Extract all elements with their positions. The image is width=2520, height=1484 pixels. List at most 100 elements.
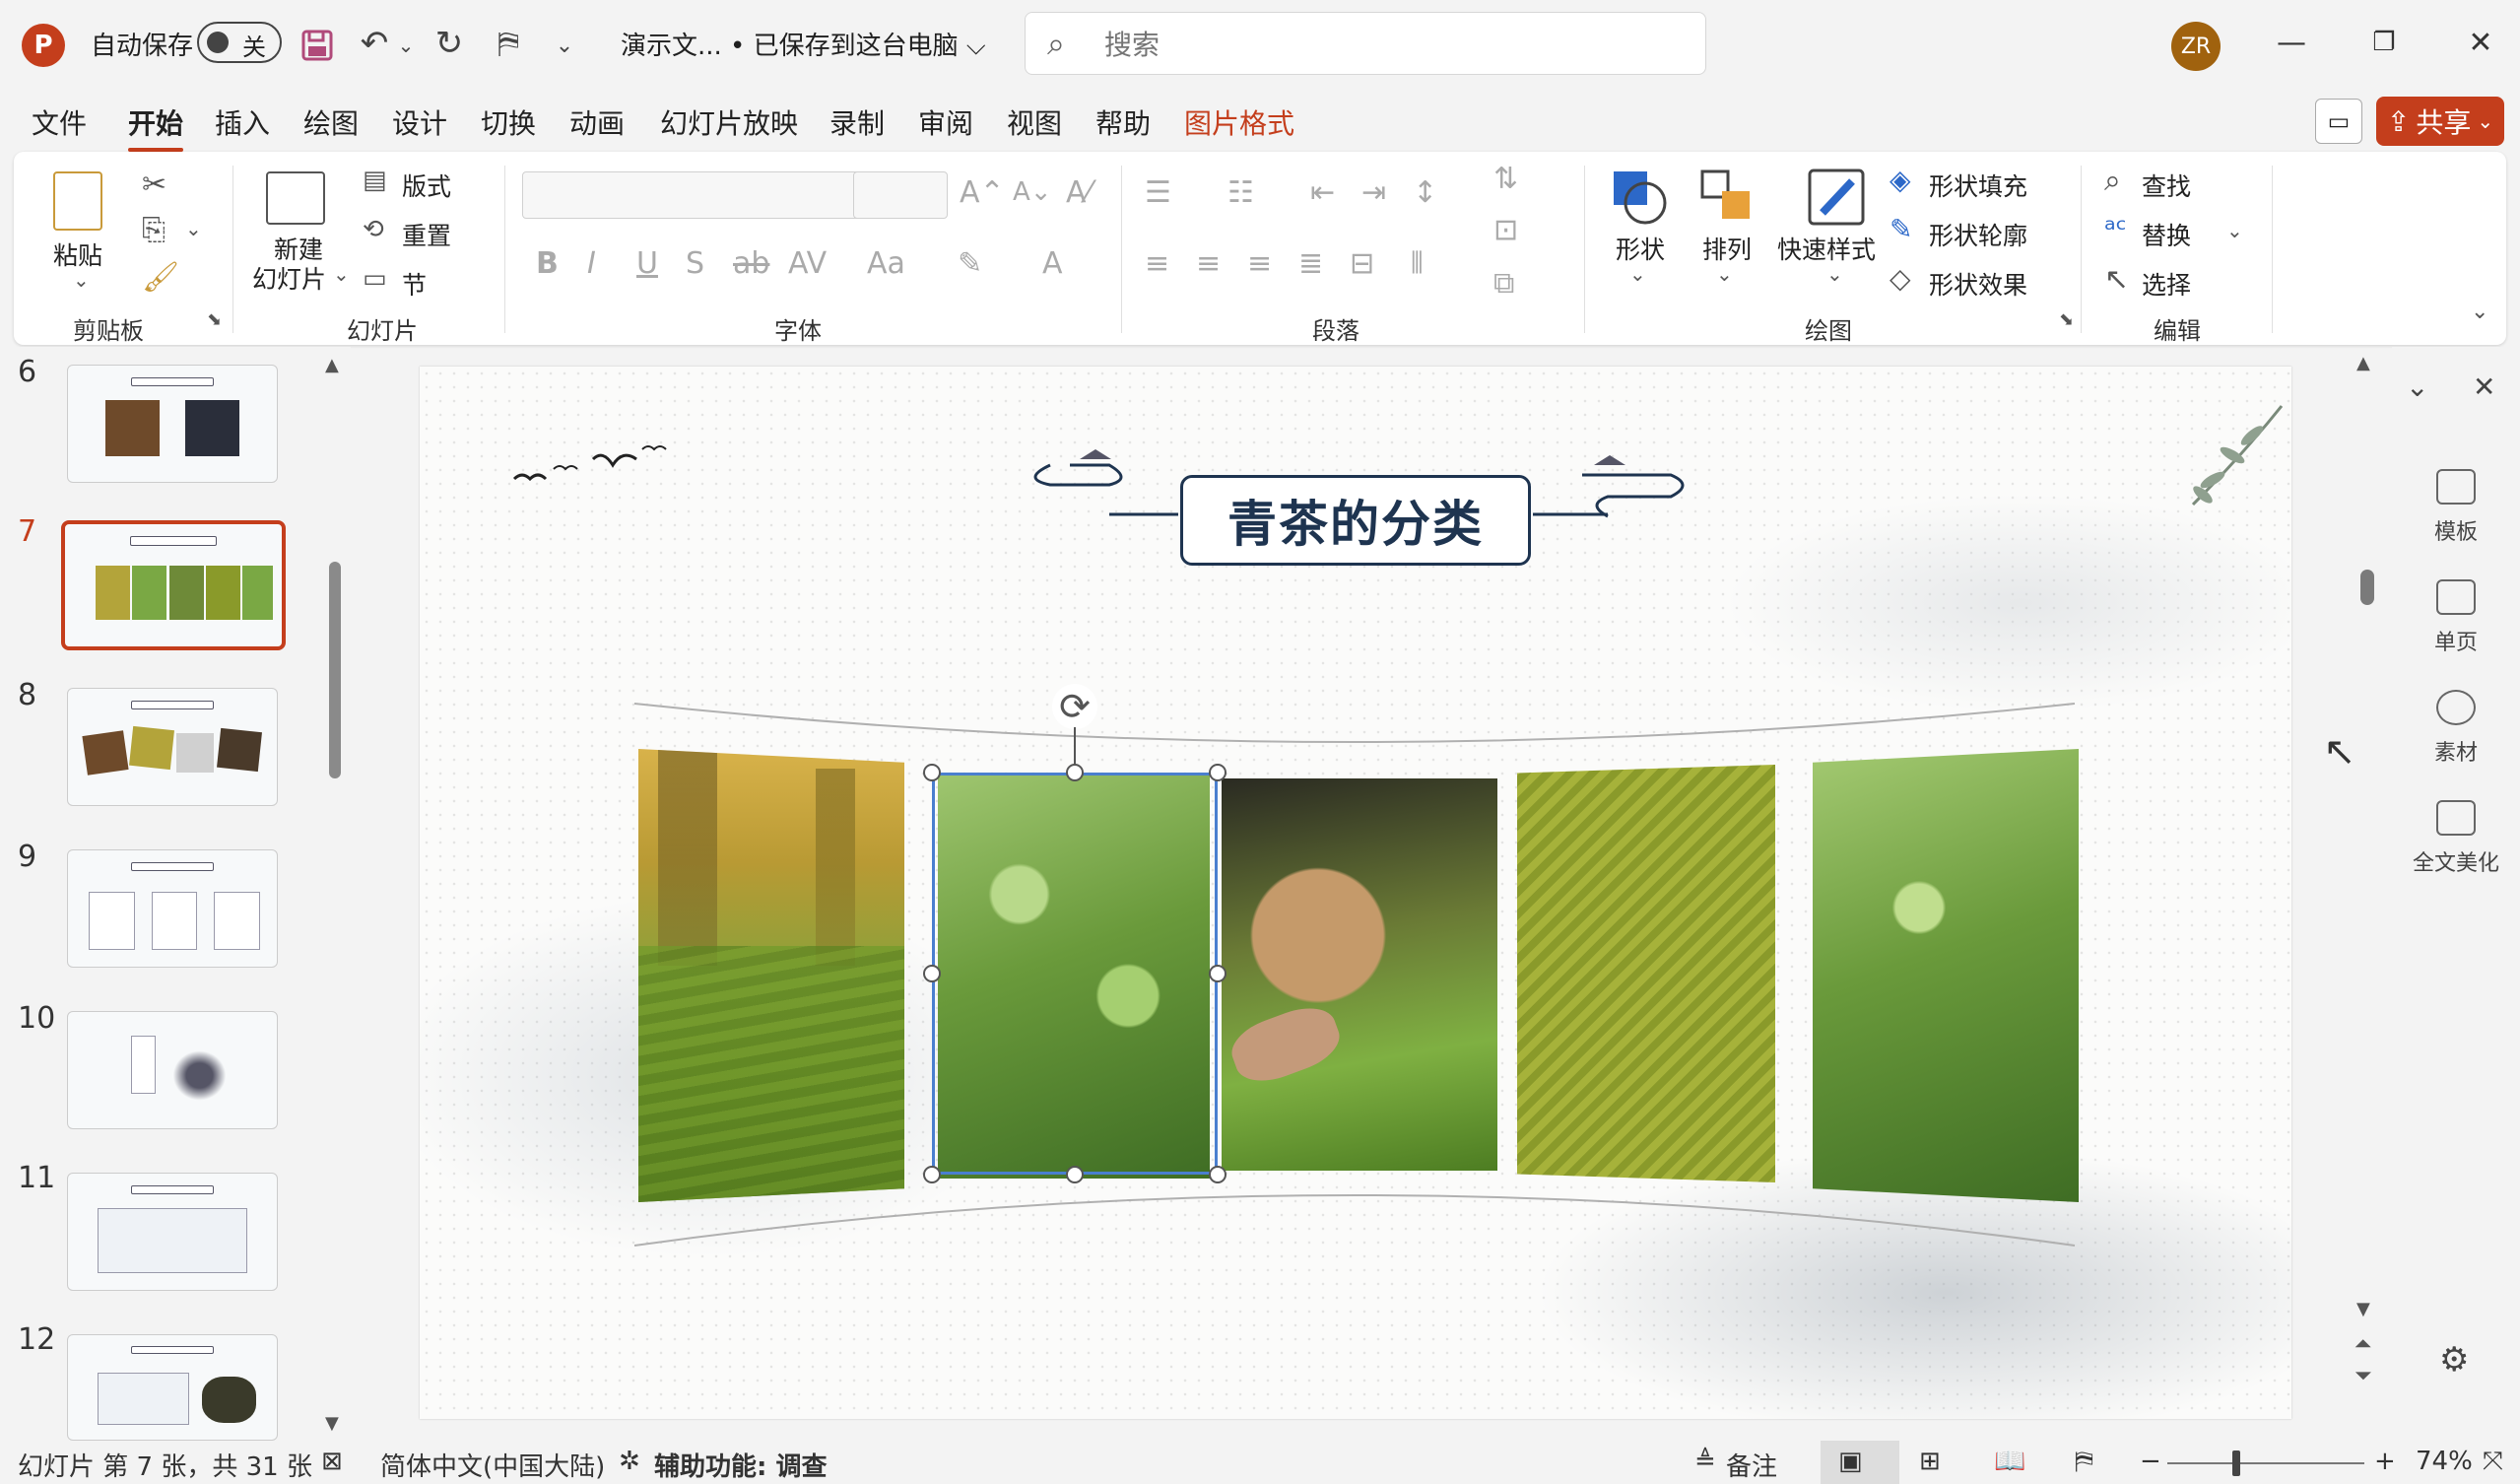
- paste-icon[interactable]: [53, 171, 102, 231]
- tab-transitions[interactable]: 切换: [481, 102, 536, 142]
- tab-file[interactable]: 文件: [32, 102, 87, 142]
- fit-to-window-icon[interactable]: ⤧: [2483, 1447, 2503, 1477]
- tea-terrace-photo[interactable]: [1517, 765, 1775, 1182]
- shape-effects-icon[interactable]: ◇: [1890, 262, 1911, 295]
- new-slide-dropdown-icon[interactable]: ⌄: [333, 262, 350, 286]
- tea-leaves-photo-2[interactable]: [1813, 749, 2079, 1202]
- align-center-icon[interactable]: ≡: [1196, 246, 1221, 281]
- tab-help[interactable]: 帮助: [1095, 102, 1151, 142]
- shape-outline-button[interactable]: 形状轮廓: [1929, 217, 2027, 252]
- columns-icon[interactable]: ⫴: [1411, 246, 1424, 281]
- layout-button[interactable]: 版式: [402, 168, 451, 203]
- slide-position[interactable]: 幻灯片 第 7 张，共 31 张: [18, 1447, 312, 1483]
- reset-button[interactable]: 重置: [402, 217, 451, 252]
- side-assets-button[interactable]: 素材: [2392, 690, 2520, 778]
- tea-picking-basket-photo[interactable]: [1222, 778, 1497, 1171]
- shapes-icon[interactable]: [1610, 168, 1669, 227]
- find-button[interactable]: 查找: [2142, 168, 2191, 203]
- search-box[interactable]: ⌕: [1025, 12, 1706, 75]
- slide-sorter-icon[interactable]: ⊞: [1919, 1447, 1941, 1476]
- tab-design[interactable]: 设计: [392, 102, 447, 142]
- select-button[interactable]: 选择: [2142, 266, 2191, 302]
- tab-record[interactable]: 录制: [829, 102, 885, 142]
- normal-view-icon[interactable]: ▣: [1838, 1447, 1863, 1476]
- layout-icon[interactable]: ▤: [363, 166, 387, 195]
- select-icon[interactable]: ↖: [2104, 262, 2129, 297]
- replace-dropdown-icon[interactable]: ⌄: [2226, 219, 2243, 242]
- zoom-in-icon[interactable]: +: [2374, 1447, 2396, 1476]
- redo-icon[interactable]: ↻: [428, 22, 471, 65]
- section-icon[interactable]: ▭: [363, 264, 387, 294]
- shapes-dropdown-icon[interactable]: ⌄: [1629, 262, 1646, 286]
- reading-view-icon[interactable]: 📖: [1994, 1447, 2025, 1476]
- text-direction-icon[interactable]: ⇅: [1493, 162, 1518, 196]
- shapes-button[interactable]: 形状: [1616, 231, 1665, 266]
- slide-canvas[interactable]: 青茶的分类 ⟳: [420, 367, 2291, 1419]
- decrease-indent-icon[interactable]: ⇤: [1310, 175, 1335, 210]
- font-name-select[interactable]: [522, 171, 861, 219]
- tea-field-sunset-photo[interactable]: [638, 749, 904, 1202]
- previous-slide-icon[interactable]: ⏶: [2354, 1332, 2372, 1357]
- quick-styles-button[interactable]: 快速样式: [1777, 231, 1876, 266]
- thumb-scroll-down-icon[interactable]: ▼: [325, 1413, 339, 1434]
- char-spacing-icon[interactable]: AV: [788, 246, 827, 281]
- shadow-icon[interactable]: S: [686, 246, 704, 281]
- section-button[interactable]: 节: [402, 266, 427, 302]
- tab-review[interactable]: 审阅: [918, 102, 973, 142]
- tab-draw[interactable]: 绘图: [303, 102, 359, 142]
- format-painter-icon[interactable]: 🖌: [142, 260, 179, 295]
- slide-thumbnail-active[interactable]: [61, 520, 286, 650]
- save-icon[interactable]: [296, 24, 339, 67]
- arrange-dropdown-icon[interactable]: ⌄: [1716, 262, 1733, 286]
- slide-thumbnail[interactable]: [67, 1011, 278, 1129]
- rotate-handle-icon[interactable]: ⟳: [1052, 684, 1097, 729]
- restore-icon[interactable]: ❐: [2354, 18, 2414, 67]
- shape-effects-button[interactable]: 形状效果: [1929, 266, 2027, 302]
- copy-dropdown-icon[interactable]: ⌄: [185, 217, 202, 240]
- tab-picture-format[interactable]: 图片格式: [1184, 102, 1294, 142]
- accessibility-status[interactable]: 辅助功能: 调查: [654, 1447, 827, 1483]
- resize-handle[interactable]: [1209, 764, 1227, 781]
- new-slide-label-2[interactable]: 幻灯片: [252, 260, 326, 296]
- clipboard-launcher-icon[interactable]: ⬊: [207, 309, 222, 330]
- italic-icon[interactable]: I: [587, 246, 596, 281]
- zoom-slider[interactable]: [2167, 1462, 2364, 1464]
- strikethrough-icon[interactable]: ab: [733, 246, 769, 281]
- resize-handle[interactable]: [923, 764, 941, 781]
- present-from-start-icon[interactable]: ⛿: [487, 22, 530, 65]
- bold-icon[interactable]: B: [536, 246, 559, 281]
- smartart-icon[interactable]: ⧉: [1493, 266, 1514, 301]
- reset-icon[interactable]: ⟲: [363, 215, 384, 244]
- side-template-button[interactable]: 模板: [2392, 469, 2520, 558]
- line-spacing-icon[interactable]: ↕: [1413, 175, 1437, 210]
- collapse-pane-icon[interactable]: ⌄: [2406, 371, 2428, 403]
- slide-thumbnail[interactable]: [67, 849, 278, 968]
- scroll-down-icon[interactable]: ▼: [2356, 1299, 2370, 1319]
- zoom-slider-thumb[interactable]: [2232, 1450, 2240, 1476]
- align-text-icon[interactable]: ⊡: [1493, 213, 1518, 247]
- drawing-launcher-icon[interactable]: ⬊: [2059, 309, 2074, 330]
- autosave-toggle[interactable]: 关: [197, 22, 282, 63]
- notes-button[interactable]: 备注: [1726, 1447, 1777, 1483]
- close-pane-icon[interactable]: ✕: [2473, 371, 2495, 403]
- language-indicator[interactable]: 简体中文(中国大陆): [380, 1447, 605, 1483]
- side-single-page-button[interactable]: 单页: [2392, 579, 2520, 668]
- bullets-icon[interactable]: ☰: [1145, 175, 1171, 210]
- tab-view[interactable]: 视图: [1007, 102, 1062, 142]
- clear-format-icon[interactable]: A⁄: [1066, 175, 1092, 210]
- side-beautify-button[interactable]: 全文美化: [2392, 800, 2520, 889]
- tab-insert[interactable]: 插入: [215, 102, 270, 142]
- spelling-icon[interactable]: ⊠: [321, 1447, 343, 1476]
- resize-handle[interactable]: [1209, 1166, 1227, 1183]
- zoom-out-icon[interactable]: −: [2140, 1447, 2161, 1476]
- copy-icon[interactable]: ⎘: [142, 213, 166, 247]
- avatar[interactable]: ZR: [2171, 22, 2221, 71]
- decrease-font-icon[interactable]: A⌄: [1013, 177, 1052, 207]
- underline-icon[interactable]: U: [636, 246, 658, 281]
- align-right-icon[interactable]: ≡: [1247, 246, 1272, 281]
- replace-button[interactable]: 替换: [2142, 217, 2191, 252]
- search-input[interactable]: [1104, 25, 1656, 64]
- quick-styles-icon[interactable]: [1807, 168, 1866, 227]
- justify-icon[interactable]: ≣: [1298, 246, 1323, 281]
- resize-handle[interactable]: [923, 1166, 941, 1183]
